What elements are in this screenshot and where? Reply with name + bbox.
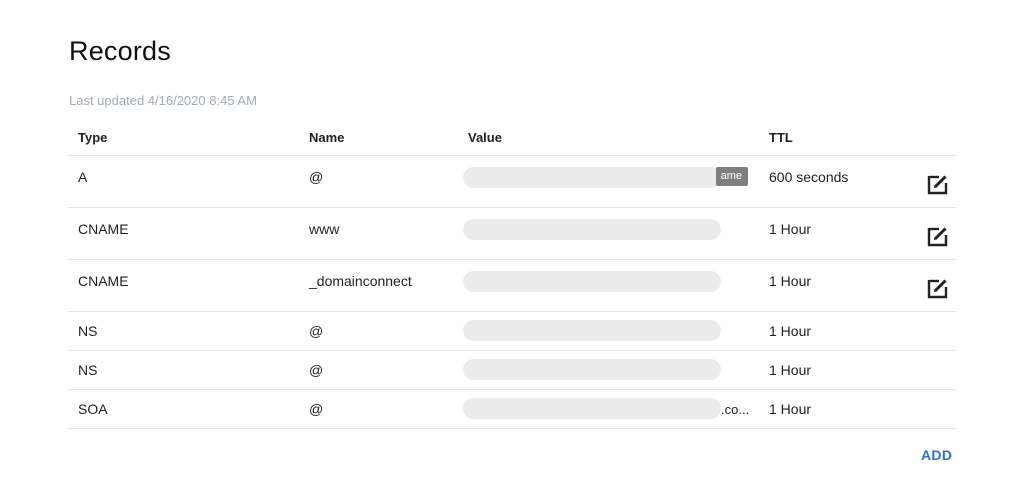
record-ttl: 1 Hour [769,221,812,237]
column-header-name: Name [309,130,345,145]
record-name: _domainconnect [309,273,412,289]
redacted-value [463,219,721,240]
table-row: CNAME _domainconnect 1 Hour [68,260,956,312]
redacted-value [463,167,721,188]
table-row: SOA @ .co... 1 Hour [68,390,956,429]
table-row: CNAME www 1 Hour [68,208,956,260]
record-name: www [309,221,340,237]
record-type: SOA [78,401,108,417]
add-record-button[interactable]: ADD [921,447,952,463]
table-row: A @ ame 600 seconds [68,156,956,208]
edit-icon[interactable] [926,224,950,248]
edit-icon[interactable] [926,172,950,196]
value-tooltip: ame [716,167,748,186]
record-ttl: 1 Hour [769,273,812,289]
value-suffix: .co... [721,402,750,417]
record-ttl: 1 Hour [769,401,812,417]
table-row: NS @ 1 Hour [68,351,956,390]
redacted-value [463,320,721,341]
records-table: Type Name Value TTL A @ ame 600 seconds … [68,120,956,429]
record-ttl: 600 seconds [769,169,849,185]
redacted-value [463,359,721,380]
record-name: @ [309,323,324,339]
record-name: @ [309,169,324,185]
page-title: Records [69,36,171,66]
record-ttl: 1 Hour [769,362,812,378]
column-header-ttl: TTL [769,130,793,145]
edit-icon[interactable] [926,276,950,300]
record-type: NS [78,323,98,339]
record-type: CNAME [78,221,129,237]
record-type: CNAME [78,273,129,289]
table-header: Type Name Value TTL [68,120,956,156]
record-ttl: 1 Hour [769,323,812,339]
redacted-value [463,398,721,419]
record-type: A [78,169,88,185]
record-name: @ [309,362,324,378]
record-name: @ [309,401,324,417]
redacted-value [463,271,721,292]
column-header-type: Type [78,130,108,145]
table-row: NS @ 1 Hour [68,312,956,351]
record-type: NS [78,362,98,378]
last-updated: Last updated 4/16/2020 8:45 AM [69,93,257,108]
column-header-value: Value [468,130,502,145]
